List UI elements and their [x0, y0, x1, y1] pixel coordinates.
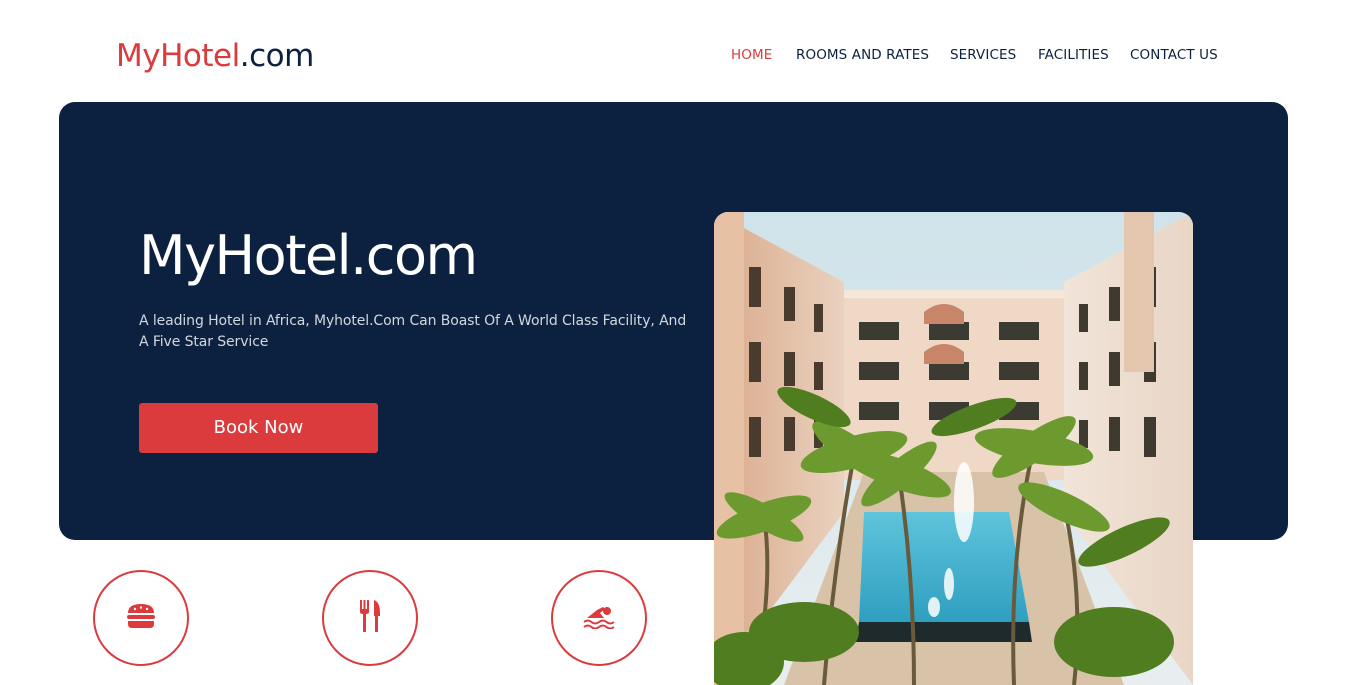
nav-contact-us[interactable]: CONTACT US — [1130, 46, 1218, 64]
swimmer-icon — [583, 603, 615, 633]
hero-description: A leading Hotel in Africa, Myhotel.Com C… — [139, 313, 687, 350]
service-food[interactable] — [93, 570, 189, 666]
service-dining[interactable] — [322, 570, 418, 666]
fork-knife-icon — [358, 599, 382, 637]
hotel-courtyard-image — [714, 212, 1193, 685]
nav-services[interactable]: SERVICES — [950, 46, 1016, 64]
burger-icon — [126, 603, 156, 633]
book-now-button[interactable]: Book Now — [139, 403, 378, 453]
nav-rooms-and-rates[interactable]: ROOMS AND RATES — [796, 46, 929, 64]
service-pool[interactable] — [551, 570, 647, 666]
nav-facilities[interactable]: FACILITIES — [1038, 46, 1109, 64]
hero-title: MyHotel.com — [139, 224, 478, 287]
page: MyHotel.com HOME ROOMS AND RATES SERVICE… — [0, 0, 1349, 685]
nav-home[interactable]: HOME — [731, 46, 772, 64]
site-logo[interactable]: MyHotel.com — [116, 36, 314, 76]
logo-brand: MyHotel — [116, 38, 240, 74]
logo-tld: .com — [239, 38, 315, 74]
